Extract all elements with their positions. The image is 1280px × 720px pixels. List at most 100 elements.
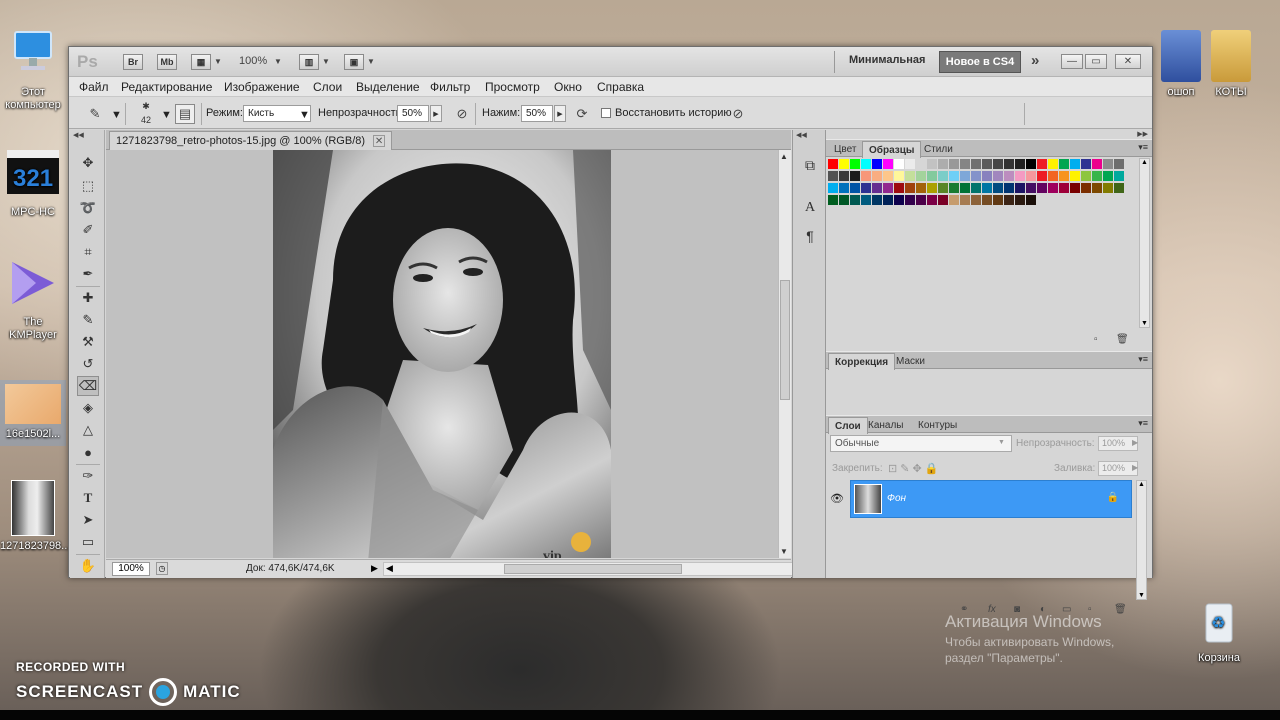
airbrush-toggle-icon[interactable]: ⟳	[572, 104, 592, 124]
menu-filter[interactable]: Фильтр	[430, 80, 470, 94]
swatch[interactable]	[960, 195, 970, 205]
new-layer-icon[interactable]: ▫	[1088, 604, 1092, 615]
desktop-icon-mpc-hc[interactable]: 321 MPC-HC	[0, 148, 66, 219]
swatch[interactable]	[938, 159, 948, 169]
panel-menu-icon[interactable]: ▾≡	[1138, 142, 1148, 153]
opacity-slider-arrow-icon[interactable]: ▶	[430, 105, 442, 122]
swatch[interactable]	[839, 171, 849, 181]
swatch[interactable]	[960, 183, 970, 193]
swatch[interactable]	[916, 195, 926, 205]
eraser-tool-icon[interactable]: ⌫	[77, 376, 99, 396]
swatch[interactable]	[1026, 195, 1036, 205]
swatch[interactable]	[1004, 171, 1014, 181]
swatch[interactable]	[993, 183, 1003, 193]
swatch[interactable]	[982, 195, 992, 205]
swatch[interactable]	[916, 159, 926, 169]
brush-preset-picker[interactable]: ✱ 42	[133, 101, 159, 127]
swatch[interactable]	[927, 195, 937, 205]
swatch[interactable]	[883, 159, 893, 169]
pressure-slider-arrow-icon[interactable]: ▶	[554, 105, 566, 122]
view-extras-button[interactable]: ▦	[191, 54, 211, 70]
swatch[interactable]	[1070, 183, 1080, 193]
layer-opacity-arrow-icon[interactable]: ▶	[1132, 438, 1138, 447]
tablet-size-pressure-icon[interactable]: ⊘	[728, 104, 748, 124]
add-mask-icon[interactable]: ◙	[1014, 604, 1020, 615]
swatch[interactable]	[993, 171, 1003, 181]
swatch[interactable]	[828, 183, 838, 193]
layer-row-background[interactable]: Фон 🔒	[850, 480, 1132, 518]
layers-scrollbar[interactable]: ▲ ▼	[1136, 480, 1147, 600]
launch-bridge-button[interactable]: Br	[123, 54, 143, 70]
swatches-grid[interactable]	[828, 159, 1133, 207]
zoom-level[interactable]: 100%	[239, 55, 267, 67]
swatch[interactable]	[828, 171, 838, 181]
swatch[interactable]	[927, 171, 937, 181]
zoom-options-icon[interactable]: ◷	[156, 562, 168, 575]
swatch[interactable]	[1004, 195, 1014, 205]
close-button[interactable]: ✕	[1115, 54, 1141, 69]
swatch[interactable]	[938, 171, 948, 181]
menu-file[interactable]: Файл	[79, 80, 109, 94]
scroll-left-icon[interactable]: ◀	[386, 563, 393, 574]
swatch[interactable]	[1015, 171, 1025, 181]
scroll-down-icon[interactable]: ▼	[1141, 320, 1148, 327]
swatch[interactable]	[905, 183, 915, 193]
menu-window[interactable]: Окно	[554, 80, 582, 94]
workspace-new-in-cs4-button[interactable]: Новое в CS4	[939, 51, 1021, 73]
status-menu-arrow-icon[interactable]: ▶	[371, 563, 378, 574]
dodge-tool-icon[interactable]: ●	[77, 442, 99, 462]
swatch[interactable]	[894, 195, 904, 205]
swatch[interactable]	[993, 195, 1003, 205]
swatch[interactable]	[872, 195, 882, 205]
tool-preset-dropdown-icon[interactable]: ▼	[111, 109, 122, 121]
blur-tool-icon[interactable]: △	[77, 420, 99, 440]
document-photo[interactable]: vip	[273, 150, 611, 558]
desktop-icon-this-computer[interactable]: Этот компьютер	[0, 28, 66, 112]
lock-icons[interactable]: ⊡ ✎ ✥ 🔒	[888, 462, 939, 475]
canvas-area[interactable]: vip	[106, 150, 778, 558]
arrange-dropdown-icon[interactable]: ▼	[322, 57, 330, 66]
menu-help[interactable]: Справка	[597, 80, 644, 94]
minimize-button[interactable]: —	[1061, 54, 1083, 69]
layer-style-fx-icon[interactable]: fx	[988, 604, 996, 615]
horizontal-scroll-thumb[interactable]	[504, 564, 682, 574]
swatch[interactable]	[927, 183, 937, 193]
vertical-scroll-thumb[interactable]	[780, 280, 790, 400]
swatch[interactable]	[971, 159, 981, 169]
layer-name[interactable]: Фон	[887, 493, 906, 504]
swatch[interactable]	[949, 159, 959, 169]
swatch[interactable]	[850, 195, 860, 205]
swatch[interactable]	[1004, 183, 1014, 193]
adjustment-layer-icon[interactable]: ◐	[1040, 604, 1046, 615]
menu-view[interactable]: Просмотр	[485, 80, 540, 94]
menu-edit[interactable]: Редактирование	[121, 80, 212, 94]
swatch[interactable]	[949, 171, 959, 181]
swatch[interactable]	[1092, 183, 1102, 193]
swatch[interactable]	[971, 183, 981, 193]
swatch[interactable]	[938, 183, 948, 193]
swatches-scrollbar[interactable]: ▲ ▼	[1139, 158, 1150, 328]
swatch[interactable]	[1081, 183, 1091, 193]
scroll-up-icon[interactable]: ▲	[780, 152, 788, 161]
swatch[interactable]	[905, 195, 915, 205]
swatch[interactable]	[971, 195, 981, 205]
swatch[interactable]	[872, 171, 882, 181]
layer-visibility-eye-icon[interactable]: 👁	[830, 492, 844, 505]
panel-menu-icon[interactable]: ▾≡	[1138, 418, 1148, 429]
swatch[interactable]	[839, 183, 849, 193]
swatch[interactable]	[1092, 171, 1102, 181]
swatch[interactable]	[1015, 183, 1025, 193]
swatch[interactable]	[1103, 171, 1113, 181]
swatch[interactable]	[1059, 183, 1069, 193]
pen-tool-icon[interactable]: ✑	[77, 466, 99, 486]
desktop-icon-kmplayer[interactable]: The KMPlayer	[0, 258, 66, 342]
tab-paths[interactable]: Контуры	[912, 417, 963, 434]
desktop-icon-image-file[interactable]: 16e1502l...	[0, 380, 66, 446]
swatch[interactable]	[872, 183, 882, 193]
swatch[interactable]	[1048, 183, 1058, 193]
menu-select[interactable]: Выделение	[356, 80, 420, 94]
swatch[interactable]	[861, 159, 871, 169]
brush-tool-icon[interactable]: ✎	[77, 310, 99, 330]
swatch[interactable]	[1092, 159, 1102, 169]
screen-mode-dropdown-icon[interactable]: ▼	[367, 57, 375, 66]
